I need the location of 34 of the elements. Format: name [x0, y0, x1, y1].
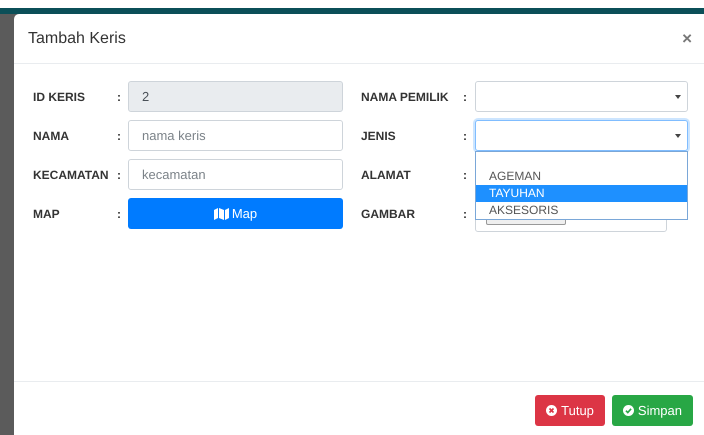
select-field[interactable]	[475, 120, 688, 151]
field-label: JENIS	[361, 128, 397, 142]
field-label: MAP	[33, 206, 61, 220]
close-icon[interactable]: ×	[682, 28, 692, 48]
colon: :	[463, 90, 468, 104]
dropdown-option[interactable]: AGEMAN	[476, 168, 687, 185]
colon: :	[463, 168, 468, 182]
field-label: ALAMAT	[361, 168, 412, 182]
input-field[interactable]: kecamatan	[128, 159, 343, 190]
colon: :	[117, 90, 122, 104]
close-circle-icon	[546, 404, 558, 416]
readonly-field: 2	[128, 81, 343, 112]
colon: :	[463, 128, 468, 142]
field-label: NAMA	[33, 128, 70, 142]
close-button[interactable]: Tutup	[535, 394, 605, 426]
field-label: NAMA PEMILIK	[361, 90, 450, 104]
select-field[interactable]	[475, 81, 688, 112]
field-label: GAMBAR	[361, 206, 416, 220]
check-circle-icon	[622, 404, 634, 416]
caret-icon	[675, 134, 681, 138]
colon: :	[117, 128, 122, 142]
dropdown-option[interactable]: AKSESORIS	[476, 202, 687, 219]
field-label: ID KERIS	[33, 90, 86, 104]
map-button[interactable]: Map	[128, 198, 343, 229]
modal-title: Tambah Keris	[28, 30, 126, 48]
dropdown-option[interactable]: TAYUHAN	[476, 185, 687, 202]
colon: :	[463, 206, 468, 220]
input-field[interactable]: nama keris	[128, 120, 343, 151]
colon: :	[117, 168, 122, 182]
field-label: KECAMATAN	[33, 168, 110, 182]
map-icon	[214, 208, 229, 220]
save-button[interactable]: Simpan	[612, 394, 693, 426]
colon: :	[117, 206, 122, 220]
caret-icon	[675, 94, 681, 98]
